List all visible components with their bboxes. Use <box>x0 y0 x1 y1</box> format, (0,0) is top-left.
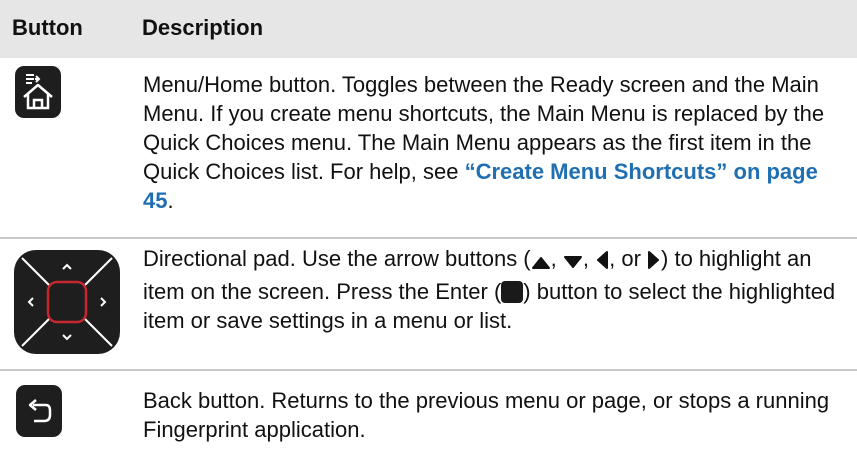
arrow-up-icon <box>531 248 551 277</box>
dpad-sep-1: , <box>550 246 563 271</box>
menu-home-icon <box>15 66 61 118</box>
menu-home-text-end: . <box>167 188 174 213</box>
back-description: Back button. Returns to the previous men… <box>143 388 830 442</box>
dpad-sep-2: , <box>582 246 596 271</box>
header-description: Description <box>142 15 264 40</box>
arrow-right-icon <box>647 248 661 277</box>
table-row-back: Back button. Returns to the previous men… <box>0 370 857 452</box>
enter-button-icon <box>501 281 524 303</box>
back-icon <box>16 385 62 437</box>
arrow-left-icon <box>595 248 609 277</box>
directional-pad-description: Directional pad. Use the arrow buttons (… <box>143 244 843 335</box>
arrow-down-icon <box>563 248 583 277</box>
table-header: Button Description <box>0 0 857 58</box>
table-row-menu-home: Menu/Home button. Toggles between the Re… <box>0 58 857 238</box>
directional-pad-icon <box>12 248 122 356</box>
menu-home-description: Menu/Home button. Toggles between the Re… <box>143 70 843 215</box>
table-row-directional-pad: Directional pad. Use the arrow buttons (… <box>0 238 857 370</box>
dpad-sep-3: , or <box>609 246 648 271</box>
header-button: Button <box>12 15 83 40</box>
button-description-table: Button Description Menu/Home button. Tog… <box>0 0 857 452</box>
dpad-text-1: Directional pad. Use the arrow buttons ( <box>143 246 531 271</box>
